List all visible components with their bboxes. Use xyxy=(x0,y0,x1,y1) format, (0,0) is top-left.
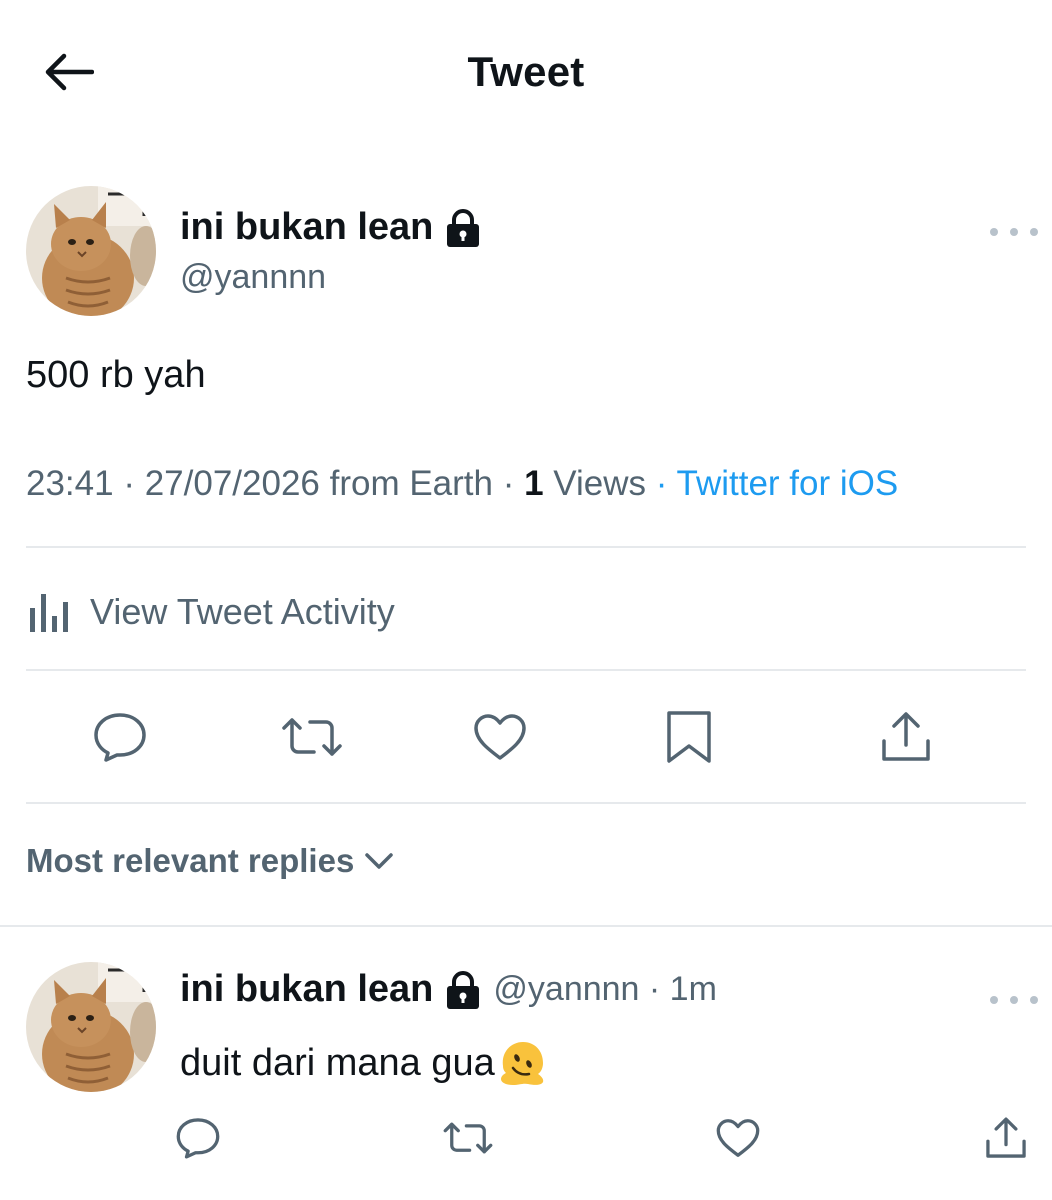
reply-retweet-button[interactable] xyxy=(436,1106,500,1170)
section-divider xyxy=(0,925,1052,927)
retweet-icon xyxy=(282,718,342,756)
reply-text: duit dari mana gua xyxy=(180,1041,495,1084)
views-count: 1 xyxy=(524,464,544,503)
replies-sort-dropdown[interactable]: Most relevant replies xyxy=(26,842,394,880)
reply-header: ini bukan lean @yannnn · 1m xyxy=(180,968,717,1011)
lock-icon xyxy=(447,208,480,247)
like-icon xyxy=(474,714,526,760)
tweet-meta: 23:41 · 27/07/2026 from Earth · 1 Views … xyxy=(26,464,899,503)
reply-more-options-button[interactable] xyxy=(990,988,1038,1012)
author-name-row[interactable]: ini bukan lean xyxy=(180,206,481,249)
melting-face-emoji xyxy=(500,1042,543,1085)
page-title: Tweet xyxy=(467,48,585,95)
view-tweet-activity-label: View Tweet Activity xyxy=(90,591,395,632)
tweet-text: 500 rb yah xyxy=(26,354,206,396)
tweet-location: from Earth xyxy=(319,464,493,503)
reply-icon xyxy=(94,713,146,762)
replies-sort-label: Most relevant replies xyxy=(26,842,355,879)
retweet-button[interactable] xyxy=(276,701,348,773)
reply-text-row: duit dari mana gua xyxy=(180,1038,547,1088)
tweet-date: 27/07/2026 xyxy=(144,464,320,503)
divider xyxy=(26,802,1026,804)
share-button[interactable] xyxy=(870,701,942,773)
reply-reply-button[interactable] xyxy=(166,1106,230,1170)
divider xyxy=(26,669,1026,671)
reply-timestamp: 1m xyxy=(669,970,717,1008)
avatar[interactable] xyxy=(26,186,156,316)
view-tweet-activity[interactable]: View Tweet Activity xyxy=(26,584,395,640)
share-icon xyxy=(882,712,930,761)
cat-avatar xyxy=(26,962,156,1092)
share-icon xyxy=(986,1117,1026,1158)
bookmark-icon xyxy=(667,711,711,763)
tweet-source-link[interactable]: Twitter for iOS xyxy=(677,464,899,503)
author-display-name: ini bukan lean xyxy=(180,206,434,248)
reply-like-button[interactable] xyxy=(706,1106,770,1170)
reply-button[interactable] xyxy=(84,701,156,773)
like-button[interactable] xyxy=(464,701,536,773)
reply-avatar[interactable] xyxy=(26,962,156,1092)
cat-avatar xyxy=(26,186,156,316)
bookmark-button[interactable] xyxy=(653,701,725,773)
more-options-button[interactable] xyxy=(990,220,1038,244)
divider xyxy=(26,546,1026,548)
retweet-icon xyxy=(443,1122,493,1154)
analytics-icon xyxy=(30,594,68,632)
reply-icon xyxy=(176,1118,220,1159)
like-icon xyxy=(716,1119,760,1157)
lock-icon xyxy=(447,970,480,1009)
reply-display-name[interactable]: ini bukan lean xyxy=(180,968,433,1011)
views-label: Views xyxy=(543,464,647,503)
tweet-time: 23:41 xyxy=(26,464,114,503)
chevron-down-icon xyxy=(365,853,394,869)
author-handle[interactable]: @yannnn xyxy=(180,258,326,297)
reply-handle[interactable]: @yannnn xyxy=(493,970,639,1008)
reply-share-button[interactable] xyxy=(974,1106,1038,1170)
